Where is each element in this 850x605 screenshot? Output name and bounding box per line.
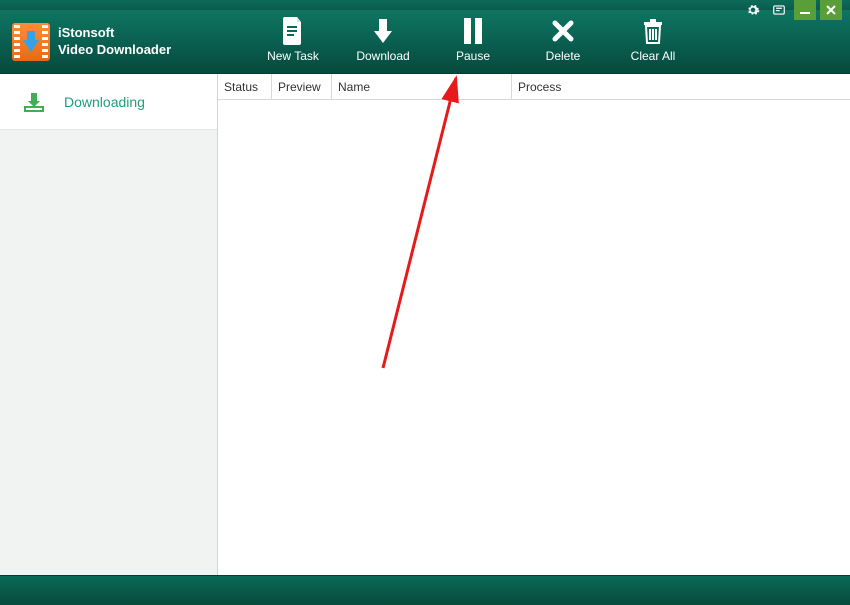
download-label: Download bbox=[356, 49, 409, 63]
main-toolbar: New Task Download Pause Delete bbox=[218, 17, 850, 67]
clear-all-label: Clear All bbox=[631, 49, 676, 63]
column-status[interactable]: Status bbox=[218, 74, 272, 99]
main-panel: Status Preview Name Process bbox=[218, 74, 850, 575]
brand-line2: Video Downloader bbox=[58, 42, 171, 59]
close-icon bbox=[825, 4, 837, 16]
sidebar-item-downloading[interactable]: Downloading bbox=[0, 74, 217, 130]
download-icon bbox=[369, 17, 397, 45]
settings-button[interactable] bbox=[742, 0, 764, 20]
feedback-icon bbox=[772, 3, 786, 17]
annotation-arrow bbox=[368, 68, 488, 378]
header-toolbar: iStonsoft Video Downloader New Task Down… bbox=[0, 10, 850, 74]
column-process[interactable]: Process bbox=[512, 74, 850, 99]
pause-icon bbox=[459, 17, 487, 45]
new-task-icon bbox=[279, 17, 307, 45]
minimize-icon bbox=[799, 4, 811, 16]
brand-line1: iStonsoft bbox=[58, 25, 171, 42]
pause-label: Pause bbox=[456, 49, 490, 63]
column-name[interactable]: Name bbox=[332, 74, 512, 99]
content-area: Downloading Status Preview Name Process bbox=[0, 74, 850, 575]
new-task-button[interactable]: New Task bbox=[248, 17, 338, 63]
delete-label: Delete bbox=[546, 49, 581, 63]
download-button[interactable]: Download bbox=[338, 17, 428, 63]
feedback-button[interactable] bbox=[768, 0, 790, 20]
column-headers: Status Preview Name Process bbox=[218, 74, 850, 100]
delete-icon bbox=[549, 17, 577, 45]
sidebar: Downloading bbox=[0, 74, 218, 575]
app-title: iStonsoft Video Downloader bbox=[58, 25, 171, 59]
new-task-label: New Task bbox=[267, 49, 319, 63]
title-bar bbox=[0, 0, 850, 10]
downloading-icon bbox=[22, 90, 46, 114]
minimize-button[interactable] bbox=[794, 0, 816, 20]
delete-button[interactable]: Delete bbox=[518, 17, 608, 63]
column-preview[interactable]: Preview bbox=[272, 74, 332, 99]
status-bar bbox=[0, 575, 850, 605]
gear-icon bbox=[746, 3, 760, 17]
sidebar-item-label: Downloading bbox=[64, 94, 145, 110]
pause-button[interactable]: Pause bbox=[428, 17, 518, 63]
close-button[interactable] bbox=[820, 0, 842, 20]
trash-icon bbox=[639, 17, 667, 45]
clear-all-button[interactable]: Clear All bbox=[608, 17, 698, 63]
app-logo-icon bbox=[12, 23, 50, 61]
app-brand: iStonsoft Video Downloader bbox=[0, 23, 218, 61]
window-controls bbox=[742, 0, 842, 20]
